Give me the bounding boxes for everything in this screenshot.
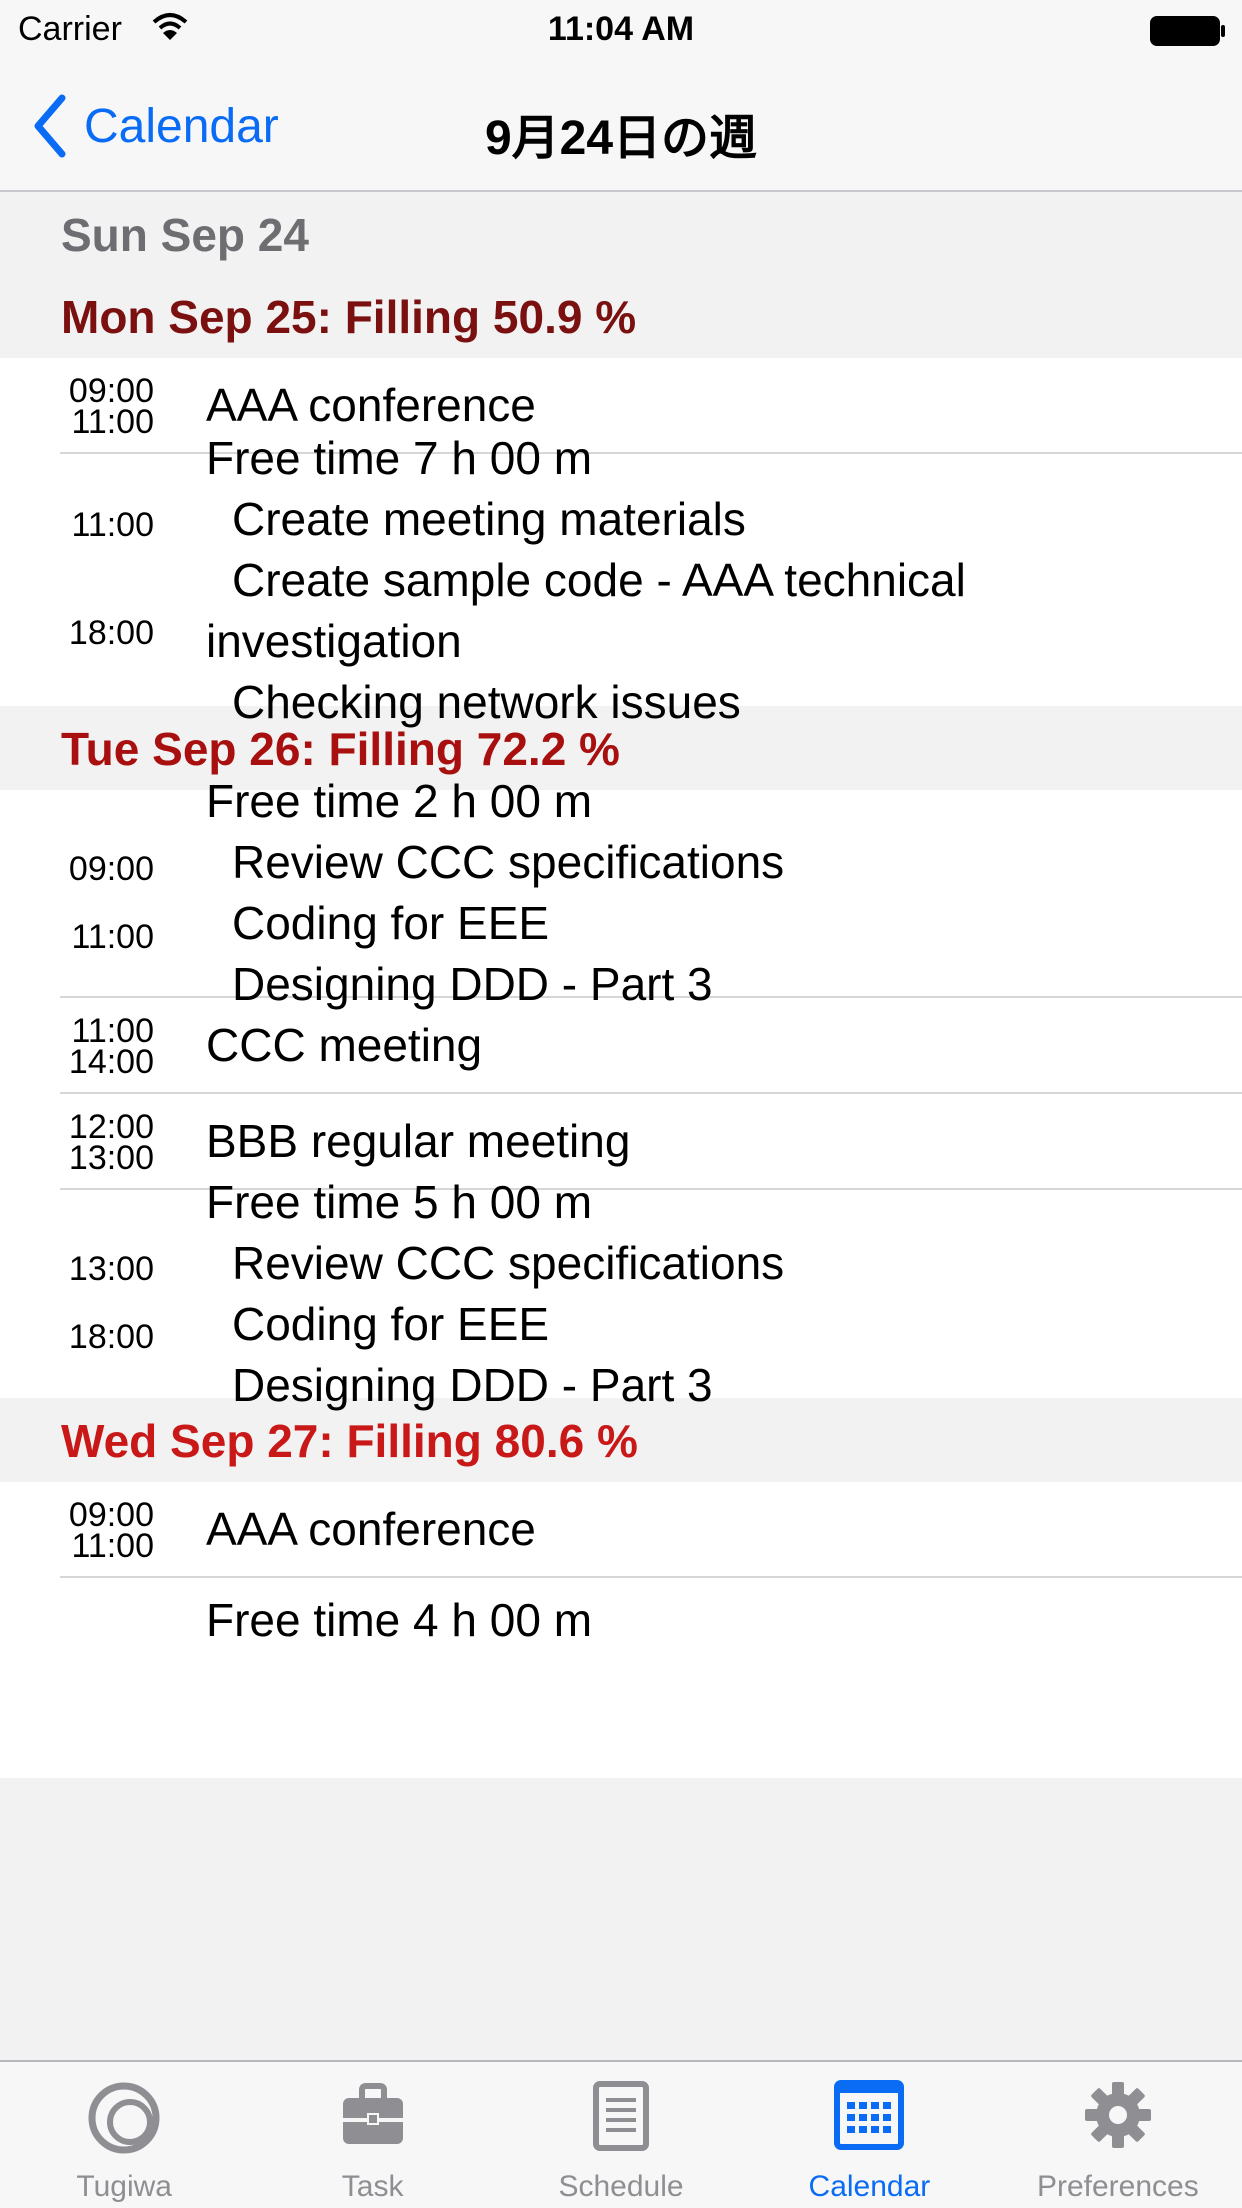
end-time: 13:00 <box>68 1139 154 1177</box>
end-time: 18:00 <box>68 614 154 652</box>
task-item: Review CCC specifications <box>232 836 785 888</box>
tab-task[interactable]: Task <box>248 2062 496 2208</box>
end-time: 11:00 <box>71 403 154 441</box>
start-time: 09:00 <box>68 850 154 888</box>
navigation-bar: Calendar 9月24日の週 <box>0 60 1242 192</box>
event-times: 09:00 11:00 <box>0 790 216 996</box>
day-rows: 09:00 11:00 AAA conference Free time 4 h… <box>0 1482 1242 1778</box>
status-bar: Carrier 11:04 AM <box>0 0 1242 60</box>
end-time: 11:00 <box>71 918 154 956</box>
free-time-row[interactable]: 09:00 11:00 Free time 2 h 00 m Review CC… <box>60 775 1242 1010</box>
day-rows: 09:00 11:00 Free time 2 h 00 m Review CC… <box>0 775 1242 1411</box>
battery-icon <box>1150 16 1225 46</box>
tab-label: Schedule <box>558 2170 684 2203</box>
calendar-grid-icon <box>834 2080 905 2150</box>
tab-bar: Tugiwa Task Schedule Calendar Preference… <box>0 2060 1242 2208</box>
free-time-row[interactable]: 13:00 18:00 Free time 5 h 00 m Review CC… <box>60 1176 1242 1411</box>
start-time: 13:00 <box>68 1250 154 1288</box>
free-time-title: Free time 4 h 00 m <box>206 1594 593 1646</box>
event-times: 11:00 14:00 <box>0 998 216 1092</box>
briefcase-icon <box>342 2083 403 2144</box>
tab-label: Calendar <box>808 2170 931 2203</box>
event-times: 13:00 18:00 <box>0 1190 216 1398</box>
task-item-continued: investigation <box>206 614 462 667</box>
task-item: Create sample code - AAA technical <box>232 553 966 606</box>
end-time: 11:00 <box>71 1527 154 1565</box>
event-title: BBB regular meeting <box>206 1114 631 1167</box>
event-times: 09:00 11:00 <box>0 358 216 452</box>
gear-icon <box>1084 2082 1151 2148</box>
free-time-block: Free time 5 h 00 m Review CCC specificat… <box>206 1172 784 1416</box>
tab-label: Preferences <box>1036 2170 1199 2203</box>
day-header: Sun Sep 24 <box>0 192 1242 274</box>
event-times: 12:00 13:00 <box>0 1094 216 1188</box>
event-title: CCC meeting <box>206 1018 483 1071</box>
free-time-title: Free time 5 h 00 m <box>206 1176 593 1228</box>
task-item: Designing DDD - Part 3 <box>232 1359 713 1411</box>
event-times: 09:00 11:00 <box>0 1482 216 1576</box>
status-time: 11:04 AM <box>547 10 695 48</box>
free-time-row[interactable]: 11:00 18:00 Free time 7 h 00 m Create me… <box>60 432 1242 728</box>
free-time-block: Free time 7 h 00 m Create meeting materi… <box>206 428 966 733</box>
page-title: 9月24日の週 <box>484 112 758 165</box>
free-time-title: Free time 7 h 00 m <box>206 431 593 484</box>
task-item: Checking network issues <box>232 675 741 728</box>
task-item: Coding for EEE <box>232 1298 550 1350</box>
task-item: Create meeting materials <box>232 492 746 545</box>
task-item: Coding for EEE <box>232 897 550 949</box>
start-time: 11:00 <box>71 506 154 544</box>
rings-icon <box>88 2082 160 2154</box>
end-time: 18:00 <box>68 1318 154 1356</box>
tab-preferences[interactable]: Preferences <box>994 2062 1242 2208</box>
tab-tugiwa[interactable]: Tugiwa <box>0 2062 248 2208</box>
tab-schedule[interactable]: Schedule <box>497 2062 745 2208</box>
task-item: Review CCC specifications <box>232 1237 785 1289</box>
event-times: 11:00 18:00 <box>0 454 216 706</box>
event-row[interactable]: 09:00 11:00 AAA conference <box>60 1482 1242 1578</box>
document-icon <box>593 2081 650 2151</box>
free-time-block: Free time 2 h 00 m Review CCC specificat… <box>206 771 784 1015</box>
event-title: AAA conference <box>206 378 536 431</box>
day-header: Mon Sep 25: Filling 50.9 % <box>0 274 1242 358</box>
event-row[interactable]: 11:00 14:00 CCC meeting <box>60 998 1242 1094</box>
tab-label: Tugiwa <box>76 2170 172 2203</box>
end-time: 14:00 <box>68 1043 154 1081</box>
tab-calendar[interactable]: Calendar <box>745 2062 993 2208</box>
free-time-row[interactable]: Free time 4 h 00 m <box>60 1578 1242 1778</box>
day-rows: 09:00 11:00 AAA conference 11:00 18:00 F… <box>0 358 1242 728</box>
tab-label: Task <box>341 2170 404 2203</box>
event-title: AAA conference <box>206 1502 536 1555</box>
week-event-list[interactable]: Sun Sep 24 Mon Sep 25: Filling 50.9 % 09… <box>0 192 1242 2062</box>
free-time-title: Free time 2 h 00 m <box>206 775 593 827</box>
